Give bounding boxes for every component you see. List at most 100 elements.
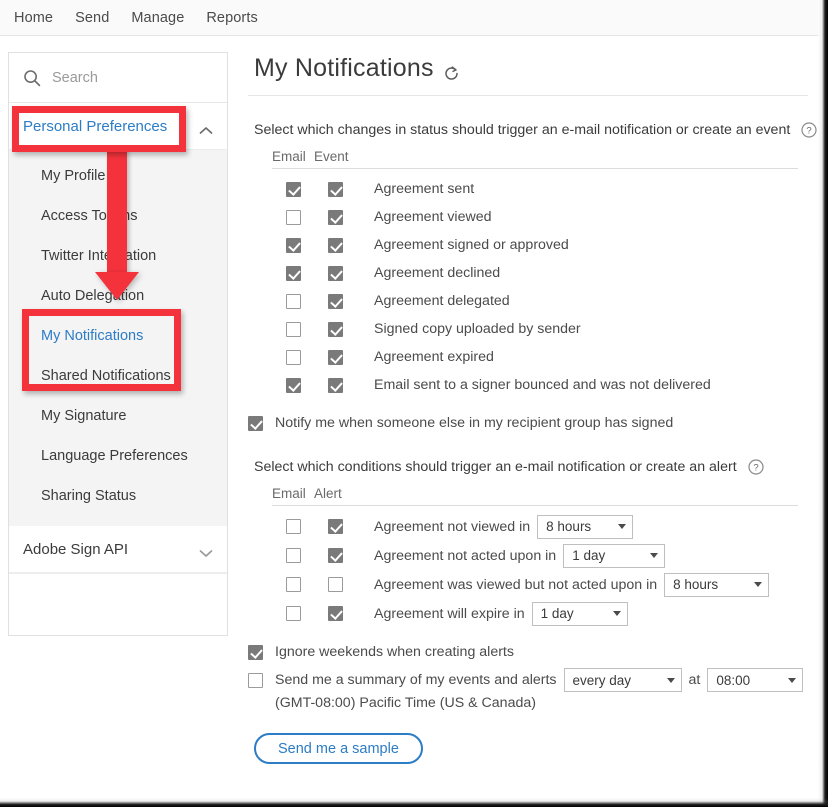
email-checkbox[interactable] [286, 266, 301, 281]
chevron-down-icon[interactable] [199, 545, 213, 554]
sidebar-item-twitter-integration[interactable]: Twitter Integration [9, 236, 227, 276]
event-checkbox[interactable] [328, 210, 343, 225]
sidebar-item-shared-notifications[interactable]: Shared Notifications [9, 356, 227, 396]
refresh-icon[interactable] [443, 60, 460, 77]
email-checkbox-cell [272, 548, 314, 563]
email-checkbox-cell [272, 294, 314, 309]
email-checkbox[interactable] [286, 210, 301, 225]
row-label: Agreement was viewed but not acted upon … [374, 577, 657, 593]
table-row: Agreement was viewed but not acted upon … [236, 570, 818, 599]
sidebar-item-my-signature[interactable]: My Signature [9, 396, 227, 436]
row-label: Agreement signed or approved [374, 237, 569, 253]
search-icon [23, 69, 41, 87]
search-input[interactable]: Search [52, 70, 98, 86]
summary-at-label: at [689, 672, 701, 688]
duration-select[interactable]: 1 day [563, 544, 665, 568]
chevron-down-icon [613, 611, 621, 616]
row-label: Email sent to a signer bounced and was n… [374, 377, 711, 393]
email-checkbox[interactable] [286, 378, 301, 393]
svg-text:?: ? [807, 126, 812, 137]
event-checkbox[interactable] [328, 238, 343, 253]
nav-item-send[interactable]: Send [75, 10, 109, 26]
status-header-divider [272, 168, 798, 169]
sidebar-item-sharing-status[interactable]: Sharing Status [9, 476, 227, 516]
conditions-section-intro: Select which conditions should trigger a… [236, 431, 818, 475]
event-checkbox[interactable] [328, 378, 343, 393]
email-checkbox[interactable] [286, 577, 301, 592]
chevron-up-icon[interactable] [199, 122, 213, 131]
email-checkbox-cell [272, 606, 314, 621]
email-checkbox[interactable] [286, 238, 301, 253]
column-header-alert: Alert [314, 486, 374, 501]
email-checkbox-cell [272, 238, 314, 253]
event-checkbox[interactable] [328, 350, 343, 365]
notify-recipient-group-checkbox[interactable] [248, 416, 263, 431]
window-bottom-edge [0, 798, 828, 807]
duration-select-value: 1 day [541, 606, 601, 621]
alert-checkbox-cell [314, 577, 374, 592]
status-column-headers: Email Event [236, 149, 818, 164]
alert-checkbox[interactable] [328, 577, 343, 592]
duration-select[interactable]: 8 hours [664, 573, 769, 597]
summary-frequency-value: every day [573, 673, 655, 688]
email-checkbox[interactable] [286, 322, 301, 337]
ignore-weekends-checkbox[interactable] [248, 645, 263, 660]
event-checkbox[interactable] [328, 294, 343, 309]
event-checkbox-cell [314, 238, 374, 253]
event-checkbox-cell [314, 378, 374, 393]
summary-row: Send me a summary of my events and alert… [236, 668, 818, 692]
email-checkbox[interactable] [286, 519, 301, 534]
duration-select[interactable]: 8 hours [537, 515, 633, 539]
event-checkbox[interactable] [328, 182, 343, 197]
email-checkbox[interactable] [286, 606, 301, 621]
help-icon[interactable]: ? [748, 459, 764, 475]
column-header-event: Event [314, 149, 374, 164]
email-checkbox-cell [272, 350, 314, 365]
nav-item-home[interactable]: Home [14, 10, 53, 26]
row-label: Agreement not viewed in [374, 519, 530, 535]
duration-select[interactable]: 1 day [532, 602, 628, 626]
alert-checkbox[interactable] [328, 519, 343, 534]
email-checkbox[interactable] [286, 294, 301, 309]
sidebar-empty-footer [9, 573, 227, 635]
event-checkbox[interactable] [328, 266, 343, 281]
email-checkbox[interactable] [286, 350, 301, 365]
alert-checkbox[interactable] [328, 548, 343, 563]
send-me-a-sample-button[interactable]: Send me a sample [254, 733, 423, 764]
row-label: Agreement not acted upon in [374, 548, 556, 564]
search-row[interactable]: Search [9, 53, 227, 103]
summary-checkbox[interactable] [248, 673, 263, 688]
chevron-down-icon [618, 524, 626, 529]
page-title: My Notifications [236, 40, 818, 83]
table-row: Agreement delegated [236, 287, 818, 315]
sidebar-item-access-tokens[interactable]: Access Tokens [9, 196, 227, 236]
email-checkbox[interactable] [286, 182, 301, 197]
email-checkbox[interactable] [286, 548, 301, 563]
event-checkbox-cell [314, 350, 374, 365]
table-row: Agreement declined [236, 259, 818, 287]
conditions-rows: Agreement not viewed in 8 hours Agreemen… [236, 512, 818, 628]
summary-time-select[interactable]: 08:00 [707, 668, 803, 692]
main-content-panel: My Notifications Select which changes in… [236, 40, 818, 798]
table-row: Agreement not acted upon in 1 day [236, 541, 818, 570]
sidebar-item-language-preferences[interactable]: Language Preferences [9, 436, 227, 476]
email-checkbox-cell [272, 266, 314, 281]
alert-checkbox-cell [314, 606, 374, 621]
nav-item-manage[interactable]: Manage [131, 10, 184, 26]
window-right-edge [818, 0, 828, 807]
table-row: Agreement not viewed in 8 hours [236, 512, 818, 541]
sidebar-item-my-notifications[interactable]: My Notifications [9, 316, 227, 356]
alert-checkbox[interactable] [328, 606, 343, 621]
email-checkbox-cell [272, 577, 314, 592]
event-checkbox-cell [314, 266, 374, 281]
sidebar-section-personal-preferences[interactable]: Personal Preferences [9, 103, 227, 150]
duration-select-value: 8 hours [673, 577, 742, 592]
event-checkbox[interactable] [328, 322, 343, 337]
sidebar-item-my-profile[interactable]: My Profile [9, 156, 227, 196]
nav-item-reports[interactable]: Reports [206, 10, 257, 26]
sidebar-item-auto-delegation[interactable]: Auto Delegation [9, 276, 227, 316]
summary-frequency-select[interactable]: every day [564, 668, 682, 692]
sidebar-section-adobe-sign-api[interactable]: Adobe Sign API [9, 526, 227, 573]
help-icon[interactable]: ? [801, 122, 817, 138]
page-title-text: My Notifications [254, 54, 434, 83]
